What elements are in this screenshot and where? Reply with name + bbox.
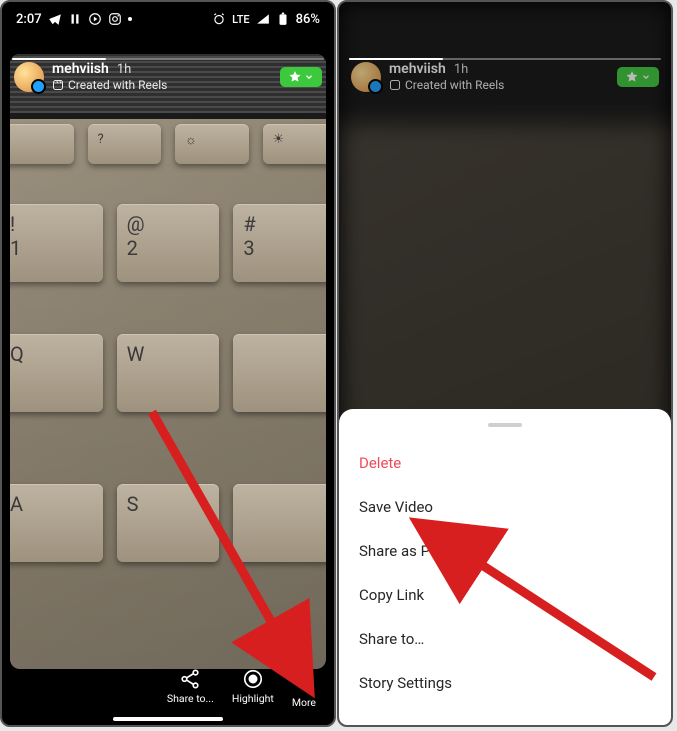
close-friends-badge[interactable] <box>280 67 322 87</box>
more-button[interactable]: More <box>292 668 316 709</box>
circle-arrow-icon <box>88 12 102 26</box>
time-ago-label: 1h <box>117 63 131 77</box>
star-icon <box>288 70 302 84</box>
menu-delete[interactable]: Delete <box>359 441 651 485</box>
created-with-label: Created with Reels <box>389 79 504 92</box>
menu-copy-link[interactable]: Copy Link <box>359 573 651 617</box>
alarm-icon <box>212 12 226 26</box>
reels-icon <box>389 79 401 91</box>
telegram-icon <box>48 12 62 26</box>
overflow-dot-icon <box>128 17 132 21</box>
more-icon <box>302 668 306 694</box>
share-icon <box>179 668 201 690</box>
created-with-label[interactable]: Created with Reels <box>52 79 167 92</box>
battery-text: 86% <box>296 12 320 27</box>
username-label[interactable]: mehviish <box>52 62 109 77</box>
highlight-button[interactable]: Highlight <box>232 668 274 709</box>
menu-share-to[interactable]: Share to… <box>359 617 651 661</box>
more-menu-sheet: Delete Save Video Share as Post… Copy Li… <box>339 409 671 725</box>
chevron-down-icon <box>304 72 314 82</box>
menu-story-settings[interactable]: Story Settings <box>359 661 651 705</box>
gesture-bar <box>113 717 223 721</box>
battery-icon <box>276 12 290 26</box>
story-header: mehviish 1h Created with Reels <box>2 62 334 92</box>
story-header: mehviish 1h Created with Reels <box>339 62 671 92</box>
menu-share-as-post[interactable]: Share as Post… <box>359 529 651 573</box>
bottom-actions-bar: Share to... Highlight More <box>2 668 334 709</box>
clock-text: 2:07 <box>16 12 42 27</box>
story-progress <box>349 58 661 60</box>
chevron-down-icon <box>641 72 651 82</box>
story-progress <box>12 58 324 60</box>
avatar[interactable] <box>14 62 44 92</box>
story-image: ?☼☀ !1@2#3 QW AS <box>10 54 326 669</box>
highlight-icon <box>242 668 264 690</box>
instagram-icon <box>108 12 122 26</box>
username-label: mehviish <box>389 62 446 77</box>
left-phone: 2:07 LTE 86% ?☼☀ !1@2#3 QW AS meh <box>0 0 336 727</box>
share-to-button[interactable]: Share to... <box>167 668 214 709</box>
story-content[interactable]: ?☼☀ !1@2#3 QW AS <box>10 54 326 669</box>
time-ago-label: 1h <box>454 63 468 77</box>
avatar <box>351 62 381 92</box>
network-label: LTE <box>232 13 250 26</box>
reels-icon <box>52 79 64 91</box>
signal-icon <box>256 12 270 26</box>
status-bar: 2:07 LTE 86% <box>2 2 334 36</box>
sheet-grabber[interactable] <box>488 423 522 427</box>
right-phone: mehviish 1h Created with Reels Delete Sa… <box>337 0 673 727</box>
star-icon <box>625 70 639 84</box>
close-friends-badge <box>617 67 659 87</box>
menu-save-video[interactable]: Save Video <box>359 485 651 529</box>
pause-icon <box>68 12 82 26</box>
